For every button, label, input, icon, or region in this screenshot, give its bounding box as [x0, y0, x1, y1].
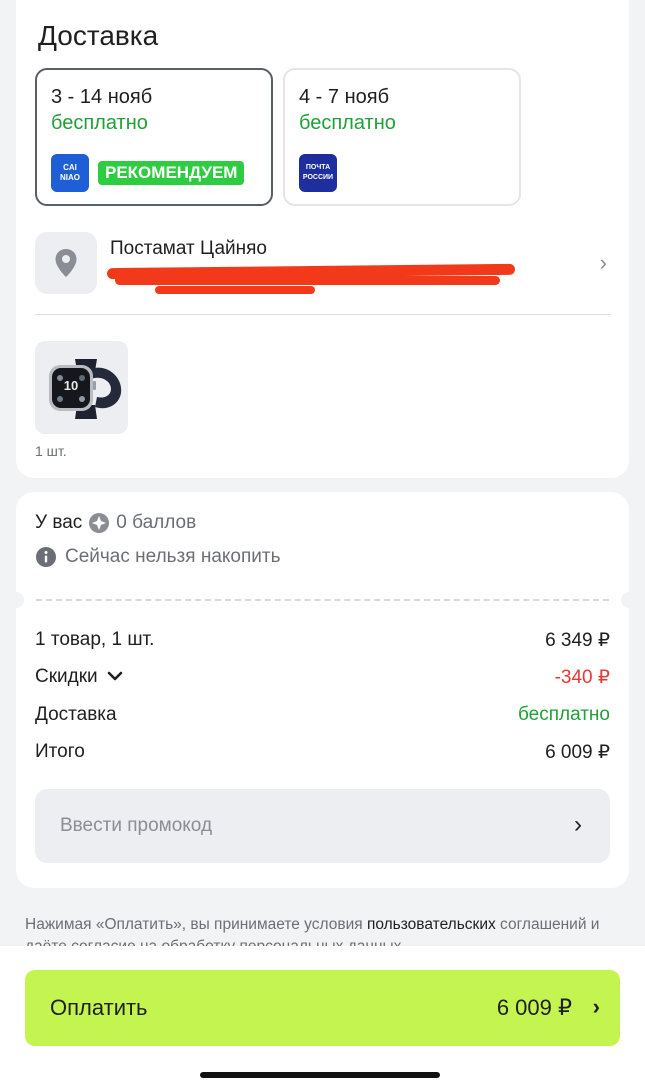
cainiao-logo-text: CAI NIAO: [60, 163, 80, 182]
divider: [35, 314, 611, 315]
info-icon: [36, 547, 56, 567]
pickup-point-name: Постамат Цайняо: [110, 238, 267, 259]
summary-items-label: 1 товар, 1 шт.: [35, 629, 155, 650]
promo-code-field[interactable]: Ввести промокод ›: [35, 789, 610, 863]
russian-post-logo-text: ПОЧТА РОССИИ: [302, 164, 334, 181]
points-star-icon: [89, 513, 110, 533]
delivery-option-price: бесплатно: [299, 112, 396, 134]
delivery-card: Доставка 3 - 14 нояб бесплатно CAI NIAO …: [16, 0, 629, 478]
delivery-option-dates: 3 - 14 нояб: [51, 86, 153, 108]
pay-button-total: 6 009 ₽: [496, 995, 572, 1020]
pickup-point-row[interactable]: Постамат Цайняо ›: [35, 232, 611, 296]
chevron-right-icon: ›: [574, 811, 582, 838]
delivery-cost-label: Доставка: [35, 704, 117, 725]
total-value: 6 009 ₽: [545, 742, 610, 763]
ticket-notch-left: [8, 592, 24, 608]
bonus-notice-text: Сейчас нельзя накопить: [65, 546, 281, 567]
delivery-option-dates: 4 - 7 нояб: [299, 86, 390, 108]
delivery-option-russian-post[interactable]: 4 - 7 нояб бесплатно ПОЧТА РОССИИ: [283, 68, 521, 206]
svg-text:10: 10: [64, 378, 78, 393]
delivery-cost-value: бесплатно: [517, 704, 610, 725]
bonus-points-line: У вас 0 баллов: [35, 512, 196, 534]
product-quantity: 1 шт.: [35, 443, 67, 459]
location-pin-icon: [35, 232, 97, 294]
bonus-points-value: 0 баллов: [116, 512, 197, 533]
bonus-notice: Сейчас нельзя накопить: [35, 546, 281, 568]
chevron-down-icon: [107, 671, 123, 681]
dashed-divider: [36, 599, 609, 601]
delivery-option-price: бесплатно: [51, 112, 148, 134]
ticket-notch-right: [621, 592, 637, 608]
russian-post-logo: ПОЧТА РОССИИ: [299, 154, 337, 192]
summary-items-value: 6 349 ₽: [545, 630, 610, 651]
chevron-right-icon: ›: [592, 994, 600, 1019]
home-indicator: [200, 1072, 440, 1078]
chevron-right-icon: ›: [599, 250, 607, 275]
promo-code-placeholder: Ввести промокод: [60, 815, 213, 836]
order-summary-card: У вас 0 баллов Сейчас нельзя накопить 1 …: [8, 492, 637, 888]
pay-button[interactable]: Оплатить 6 009 ₽ ›: [25, 970, 620, 1046]
delivery-title: Доставка: [38, 20, 159, 51]
cainiao-logo: CAI NIAO: [51, 154, 89, 192]
bonus-label: У вас: [35, 512, 83, 533]
total-label: Итого: [35, 741, 85, 762]
discounts-label: Скидки: [35, 666, 98, 687]
terms-text-part1: Нажимая «Оплатить», вы принимаете услови…: [25, 916, 367, 933]
delivery-option-cainiao[interactable]: 3 - 14 нояб бесплатно CAI NIAO РЕКОМЕНДУ…: [35, 68, 273, 206]
terms-text: Нажимая «Оплатить», вы принимаете услови…: [25, 914, 615, 946]
product-thumbnail[interactable]: 10: [35, 341, 128, 434]
discounts-toggle[interactable]: Скидки: [35, 666, 123, 688]
discounts-value: -340 ₽: [554, 667, 610, 688]
user-agreement-link[interactable]: пользовательских: [367, 916, 496, 933]
smartwatch-image: 10: [49, 359, 122, 419]
recommended-badge: РЕКОМЕНДУЕМ: [98, 161, 245, 185]
pay-button-label: Оплатить: [50, 995, 148, 1020]
